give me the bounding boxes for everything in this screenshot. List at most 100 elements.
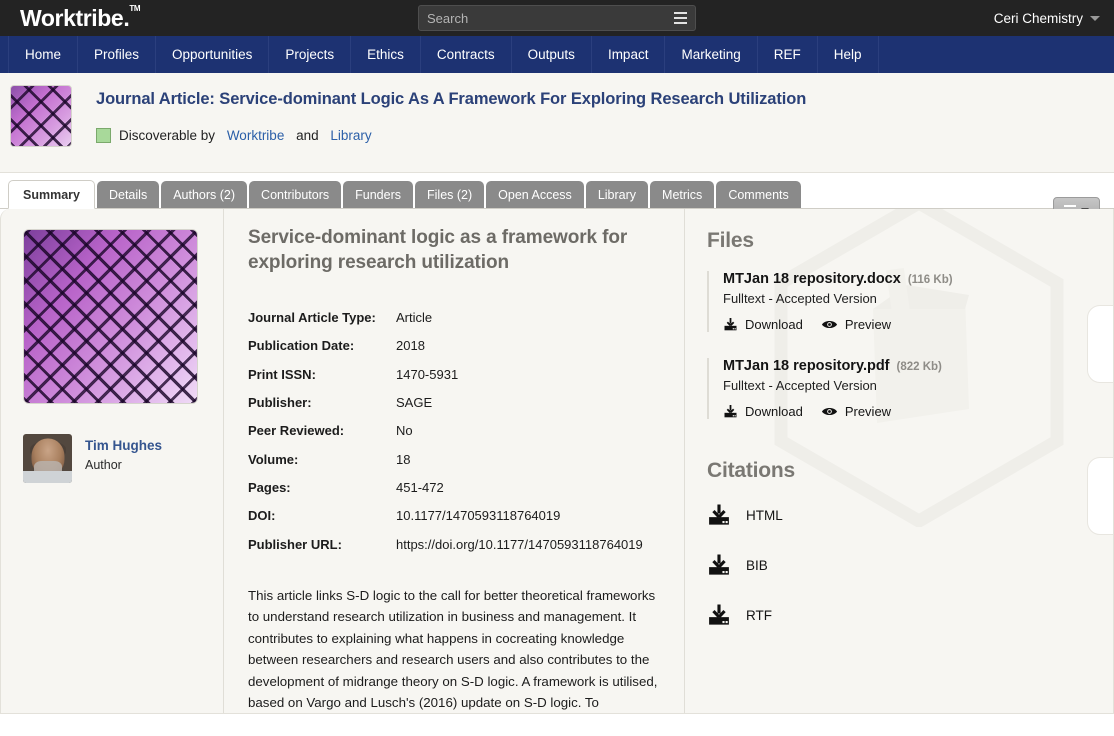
nav-item-help[interactable]: Help (818, 36, 879, 73)
preview-action[interactable]: Preview (821, 404, 891, 419)
right-column: Files MTJan 18 repository.docx (116 Kb) … (685, 209, 1113, 713)
tab-comments[interactable]: Comments (716, 181, 801, 208)
record-thumbnail[interactable] (10, 85, 72, 147)
search-options-icon[interactable] (667, 5, 693, 31)
field-value: SAGE (396, 394, 433, 410)
left-column: Tim Hughes Author (1, 209, 223, 713)
field-label: Pages: (248, 480, 291, 496)
files-panel-title: Files (707, 229, 754, 252)
record-tabs: Summary Details Authors (2) Contributors… (0, 173, 1114, 209)
file-name[interactable]: MTJan 18 repository.docx (723, 271, 901, 287)
table-row: Print ISSN: 1470-5931 (248, 360, 666, 388)
field-label: Journal Article Type: (248, 309, 376, 325)
worktribe-logo[interactable]: Worktribe.TM (20, 4, 140, 31)
field-value: 18 (396, 451, 411, 467)
table-row: Peer Reviewed: No (248, 417, 666, 445)
discoverable-conjunction: and (296, 128, 319, 143)
tab-authors[interactable]: Authors (2) (161, 181, 248, 208)
author-name-link[interactable]: Tim Hughes (85, 438, 162, 453)
nav-item-profiles[interactable]: Profiles (78, 36, 157, 73)
table-row: DOI: 10.1177/1470593118764019 (248, 502, 666, 530)
eye-icon (821, 407, 837, 416)
file-description: Fulltext - Accepted Version (723, 378, 877, 393)
field-label: DOI: (248, 508, 276, 524)
download-icon (709, 554, 729, 575)
nav-item-marketing[interactable]: Marketing (665, 36, 758, 73)
author-meta: Tim Hughes Author (85, 434, 162, 472)
tab-funders[interactable]: Funders (343, 181, 413, 208)
citation-bib[interactable]: BIB (707, 553, 1093, 577)
file-actions: Download Preview (723, 404, 1093, 419)
citation-label: RTF (746, 607, 772, 623)
field-value: 2018 (396, 338, 425, 354)
download-action[interactable]: Download (723, 317, 803, 332)
global-search[interactable] (418, 5, 696, 31)
link-library[interactable]: Library (330, 128, 371, 143)
nav-item-ref[interactable]: REF (758, 36, 818, 73)
tab-metrics[interactable]: Metrics (650, 181, 715, 208)
citation-rtf[interactable]: RTF (707, 603, 1093, 627)
table-row: Publisher: SAGE (248, 388, 666, 416)
field-value: 10.1177/1470593118764019 (396, 508, 561, 524)
field-label: Publisher URL: (248, 536, 342, 552)
list-item: MTJan 18 repository.docx (116 Kb) Fullte… (707, 271, 1093, 332)
table-row: Publisher URL: https://doi.org/10.1177/1… (248, 530, 666, 558)
citations-panel: Citations HTML BIB RTF (707, 459, 1093, 627)
abstract-text: This article links S-D logic to the call… (248, 587, 658, 711)
cover-image[interactable] (23, 229, 198, 404)
record-header-text: Journal Article: Service-dominant Logic … (96, 85, 806, 143)
article-title: Service-dominant logic as a framework fo… (248, 227, 628, 274)
nav-item-contracts[interactable]: Contracts (421, 36, 512, 73)
field-value: 451-472 (396, 480, 444, 496)
file-size: (116 Kb) (907, 274, 953, 286)
citation-html[interactable]: HTML (707, 503, 1093, 527)
tab-details[interactable]: Details (96, 181, 160, 208)
eye-icon (821, 320, 837, 329)
tab-summary[interactable]: Summary (8, 180, 95, 209)
nav-item-ethics[interactable]: Ethics (351, 36, 421, 73)
preview-action[interactable]: Preview (821, 317, 891, 332)
search-input[interactable] (419, 10, 667, 26)
avatar[interactable] (23, 434, 72, 483)
status-badge (96, 128, 111, 143)
file-name-row: MTJan 18 repository.pdf (822 Kb) (723, 358, 1093, 374)
nav-item-outputs[interactable]: Outputs (512, 36, 592, 73)
main-navigation: Home Profiles Opportunities Projects Eth… (0, 36, 1114, 73)
summary-panel: Tim Hughes Author Service-dominant logic… (0, 209, 1114, 714)
file-description: Fulltext - Accepted Version (723, 291, 877, 306)
field-label: Publisher: (248, 394, 312, 410)
citation-list: HTML BIB RTF (707, 503, 1093, 627)
file-size: (822 Kb) (896, 361, 942, 373)
table-row: Journal Article Type: Article (248, 303, 666, 331)
brand-text: Worktribe. (20, 4, 130, 31)
chevron-down-icon (1090, 15, 1100, 21)
tab-library[interactable]: Library (585, 181, 649, 208)
nav-item-home[interactable]: Home (8, 36, 79, 73)
field-label: Print ISSN: (248, 366, 316, 382)
citations-panel-title: Citations (707, 459, 796, 482)
tab-open-access[interactable]: Open Access (486, 181, 584, 208)
table-row: Pages: 451-472 (248, 473, 666, 501)
link-worktribe[interactable]: Worktribe (227, 128, 285, 143)
edge-handle-bottom[interactable] (1087, 457, 1113, 535)
field-value: https://doi.org/10.1177/1470593118764019 (396, 536, 643, 552)
user-menu[interactable]: Ceri Chemistry (994, 11, 1100, 26)
table-row: Publication Date: 2018 (248, 332, 666, 360)
file-name[interactable]: MTJan 18 repository.pdf (723, 358, 890, 374)
nav-item-opportunities[interactable]: Opportunities (156, 36, 270, 73)
edge-handle-top[interactable] (1087, 305, 1113, 383)
file-actions: Download Preview (723, 317, 1093, 332)
user-name: Ceri Chemistry (993, 10, 1083, 26)
file-name-row: MTJan 18 repository.docx (116 Kb) (723, 271, 1093, 287)
tab-contributors[interactable]: Contributors (249, 181, 342, 208)
discoverability-row: Discoverable by Worktribe and Library (96, 128, 806, 143)
preview-label: Preview (844, 317, 892, 332)
download-action[interactable]: Download (723, 404, 803, 419)
field-label: Peer Reviewed: (248, 423, 345, 439)
nav-item-impact[interactable]: Impact (592, 36, 666, 73)
discoverable-label: Discoverable by (119, 128, 216, 143)
download-icon (724, 404, 737, 418)
tab-files[interactable]: Files (2) (415, 181, 485, 208)
top-bar: Worktribe.TM Ceri Chemistry (0, 0, 1114, 36)
nav-item-projects[interactable]: Projects (269, 36, 352, 73)
